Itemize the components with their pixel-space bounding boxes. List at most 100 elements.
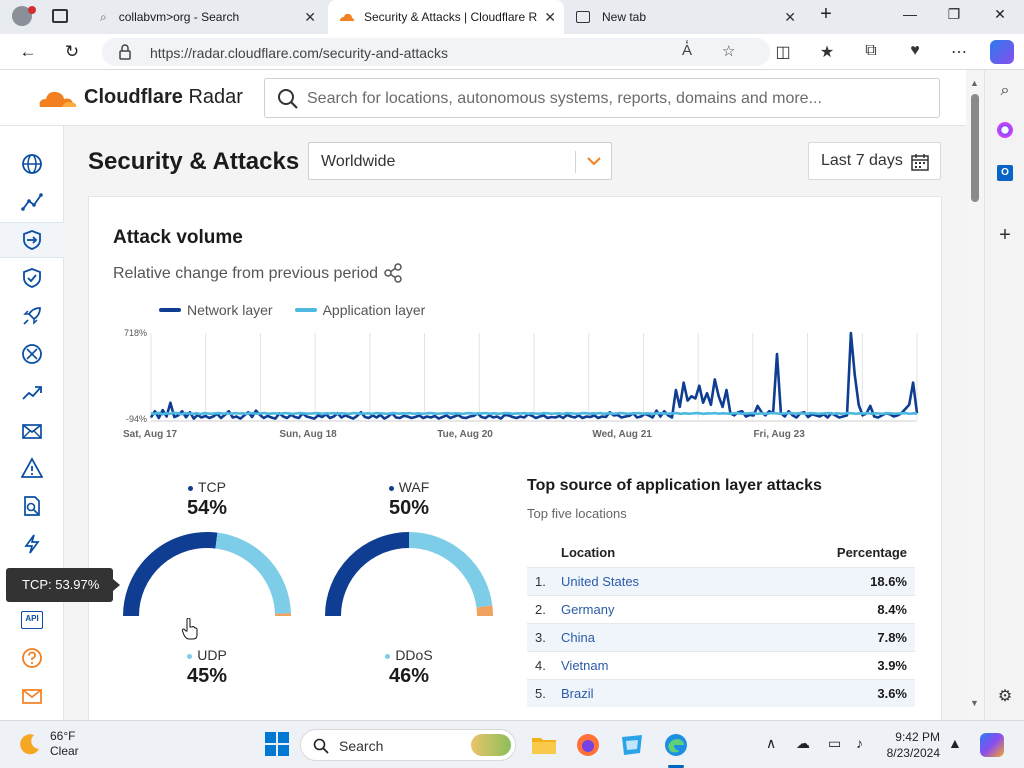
back-button[interactable]: ← [16,41,40,63]
nav-traffic[interactable] [0,184,64,220]
table-row[interactable]: 5. Brazil 3.6% [527,679,915,707]
location-select[interactable]: Worldwide [308,142,612,180]
sidebar-settings-icon[interactable]: ⚙ [993,686,1017,706]
search-icon: ⌕ [100,9,107,24]
row-location-link[interactable]: Brazil [561,686,795,701]
table-row[interactable]: 1. United States 18.6% [527,567,915,595]
tab-search[interactable]: ⌕ collabvm>org - Search ✕ [92,0,324,34]
row-location-link[interactable]: Germany [561,602,795,617]
edge-icon[interactable] [662,731,690,759]
gauge-segment-secondary[interactable] [408,532,493,608]
copilot-taskbar-icon[interactable] [980,733,1004,757]
row-percentage: 8.4% [877,602,907,617]
sidebar-add-icon[interactable]: + [993,224,1017,247]
onedrive-icon[interactable]: ☁ [796,735,810,752]
nav-api[interactable]: API [0,602,64,638]
table-row[interactable]: 3. China 7.8% [527,623,915,651]
app-icon[interactable] [618,731,646,759]
gauge-arc[interactable] [117,528,297,628]
nav-alerts[interactable] [0,450,64,486]
volume-icon[interactable]: ♪ [856,735,863,751]
attack-volume-chart[interactable]: 718% -94% Sat, Aug 17 Sun, Aug 18 Tue, Aug 2… [117,325,923,445]
close-tab-icon[interactable]: ✕ [304,9,316,26]
tab-label: collabvm>org - Search [118,10,240,24]
url-bar[interactable]: https://radar.cloudflare.com/security-an… [102,38,770,66]
tray-chevron-icon[interactable]: ∧ [766,735,776,752]
windows-start-icon[interactable] [264,731,292,759]
gauge-segment-primary[interactable] [325,532,410,617]
nav-security[interactable] [0,222,64,258]
row-rank: 5. [535,686,546,701]
favorite-star-icon[interactable]: ☆ [722,42,735,60]
nav-globe[interactable] [0,146,64,182]
api-icon: API [21,611,43,629]
series-application-line[interactable] [150,411,918,416]
minimize-button[interactable]: — [898,6,922,22]
close-tab-icon[interactable]: ✕ [784,9,796,26]
read-aloud-icon[interactable]: A̒ [682,42,692,59]
close-window-button[interactable]: ✕ [988,6,1012,23]
tab-actions-icon[interactable] [52,9,68,23]
col-percentage[interactable]: Percentage [795,545,915,560]
taskbar-search[interactable]: Search [300,729,516,761]
copilot-icon[interactable] [990,40,1014,64]
tab-newtab[interactable]: New tab ✕ [568,0,804,34]
settings-more-icon[interactable]: ⋯ [948,42,970,62]
col-location[interactable]: Location [561,545,795,560]
sidebar-outlook-icon[interactable]: O [993,162,1017,181]
gauge-waf-ddos[interactable]: WAF 50% DDoS 46% [319,479,499,688]
mail-icon [22,689,42,704]
nav-help[interactable] [0,640,64,676]
nav-trending[interactable] [0,374,64,410]
nav-domains[interactable] [0,488,64,524]
row-location-link[interactable]: United States [561,574,795,589]
weather-widget[interactable]: 66°F Clear [18,729,79,759]
close-tab-icon[interactable]: ✕ [544,9,556,26]
extensions-icon[interactable]: ♥ [904,42,926,60]
scroll-down-icon[interactable]: ▼ [970,698,979,708]
url-text[interactable]: https://radar.cloudflare.com/security-an… [150,45,448,61]
browser-tab-bar: ⌕ collabvm>org - Search ✕ Security & Att… [0,0,1024,34]
address-bar-row: ← ↻ https://radar.cloudflare.com/securit… [0,34,1024,70]
gauge-segment-other[interactable] [476,605,493,617]
scrollbar-thumb[interactable] [971,94,979,202]
sidebar-copilot-icon[interactable] [993,122,1017,143]
gauge-tcp-udp[interactable]: TCP 54% UDP 45% [117,479,297,688]
favorites-icon[interactable]: ★ [816,42,838,62]
nav-email-security[interactable] [0,412,64,448]
file-explorer-icon[interactable] [530,731,558,759]
split-screen-icon[interactable]: ◫ [772,42,794,62]
gauge-arc[interactable] [319,528,499,628]
display-icon[interactable]: ▭ [828,735,841,752]
nav-shield[interactable] [0,260,64,296]
new-tab-button[interactable]: + [814,3,838,26]
nav-network[interactable] [0,336,64,372]
firefox-icon[interactable] [574,731,602,759]
legend-item-network[interactable]: Network layer [159,302,273,318]
page-scrollbar[interactable]: ▲ ▼ [966,70,984,720]
cloudflare-radar-logo[interactable]: Cloudflare Radar [36,86,243,109]
weather-condition: Clear [50,744,79,758]
lock-icon[interactable] [118,44,132,60]
gauge-segment-primary[interactable] [123,532,218,617]
nav-contact[interactable] [0,678,64,714]
table-row[interactable]: 2. Germany 8.4% [527,595,915,623]
date-range-select[interactable]: Last 7 days [808,142,941,180]
tab-cloudflare[interactable]: Security & Attacks | Cloudflare R ✕ [328,0,564,34]
restore-button[interactable]: ❐ [942,6,966,23]
notification-bell-icon[interactable]: ▲ [948,735,962,751]
nav-rocket[interactable] [0,298,64,334]
refresh-button[interactable]: ↻ [60,41,84,63]
site-search-input[interactable]: Search for locations, autonomous systems… [264,78,940,118]
sidebar-search-icon[interactable]: ⌕ [993,82,1017,100]
nav-outages[interactable] [0,526,64,562]
row-location-link[interactable]: Vietnam [561,658,795,673]
taskbar-clock[interactable]: 9:42 PM 8/23/2024 [884,729,940,761]
row-location-link[interactable]: China [561,630,795,645]
gauge-segment-secondary[interactable] [215,532,291,615]
share-icon[interactable] [383,263,403,283]
scroll-up-icon[interactable]: ▲ [970,78,979,88]
legend-item-application[interactable]: Application layer [294,302,425,318]
table-row[interactable]: 4. Vietnam 3.9% [527,651,915,679]
collections-icon[interactable]: ⧉ [860,42,882,60]
